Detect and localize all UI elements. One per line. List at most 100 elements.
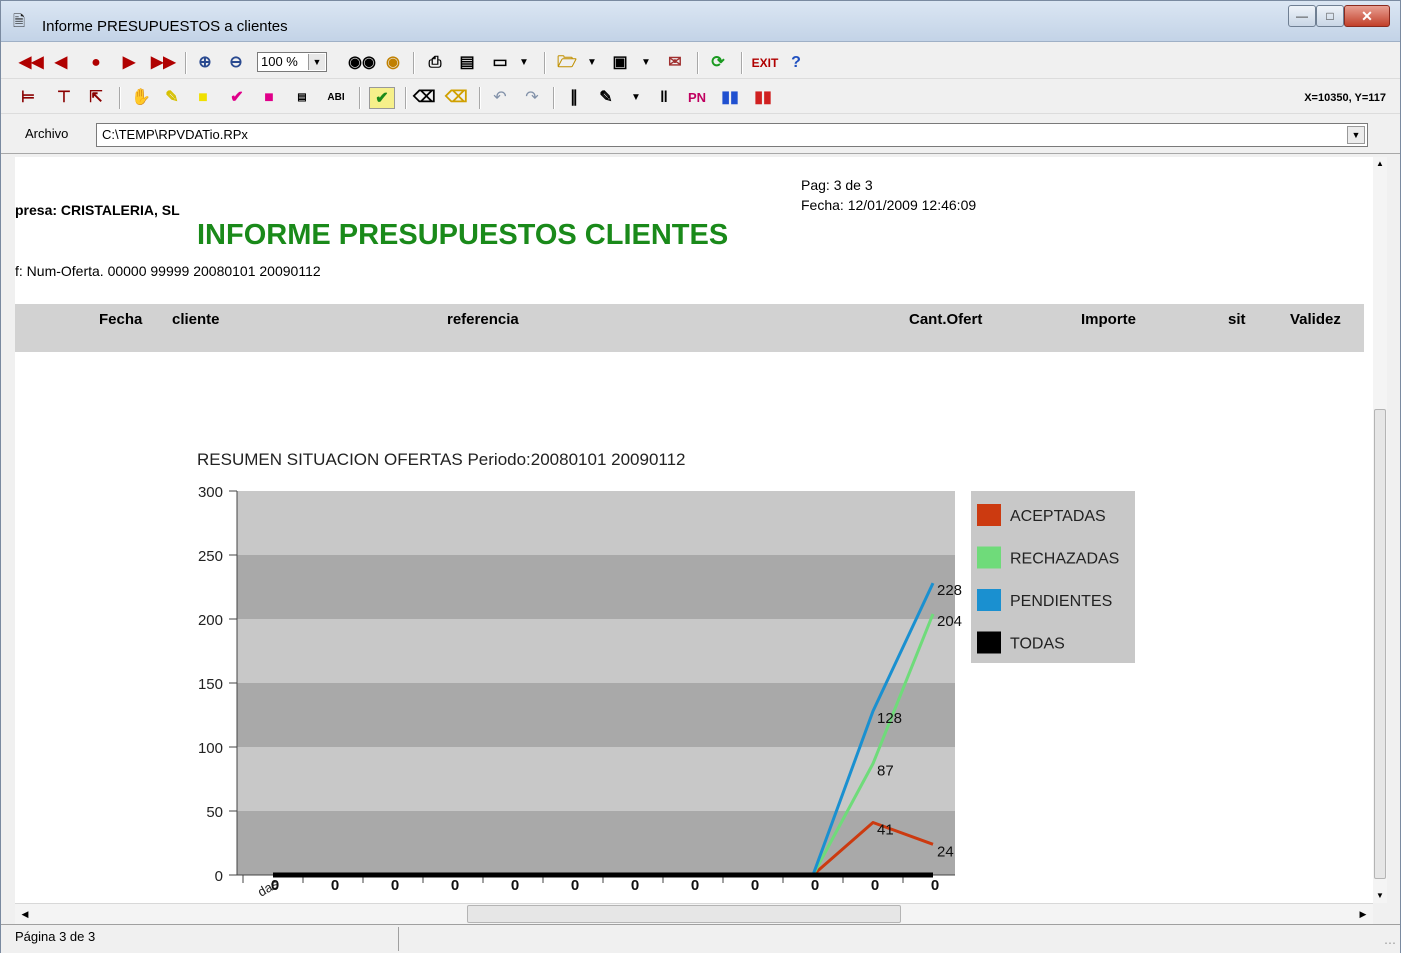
minimize-button[interactable]: — xyxy=(1288,5,1316,27)
horizontal-scrollbar[interactable]: ◀ ▶ xyxy=(15,903,1373,924)
scroll-right-icon[interactable]: ▶ xyxy=(1355,906,1371,922)
situation-chart: RESUMEN SITUACION OFERTAS Periodo:200801… xyxy=(197,450,1135,900)
data-label: 0 xyxy=(511,877,519,894)
pencil-icon[interactable]: ✎ xyxy=(597,87,615,109)
eraser-icon[interactable]: ⌫ xyxy=(413,87,436,109)
align-left-icon[interactable]: ⊨ xyxy=(19,87,37,109)
y-tick-label: 250 xyxy=(198,548,223,565)
data-label: 0 xyxy=(631,877,639,894)
document-icon: 🗎 xyxy=(13,13,26,30)
separator xyxy=(119,87,121,109)
next-page-icon[interactable]: ▶ xyxy=(121,52,137,74)
exit-button[interactable]: EXIT xyxy=(751,52,779,74)
zoom-select[interactable]: 100 % ▼ xyxy=(257,52,327,72)
title-bar[interactable]: 🗎 Informe PRESUPUESTOS a clientes — □ ✕ xyxy=(1,1,1400,42)
separator xyxy=(359,87,361,109)
scroll-up-icon[interactable]: ▲ xyxy=(1373,157,1387,171)
highlighter-icon[interactable]: ✎ xyxy=(161,87,183,109)
stop-icon[interactable]: ● xyxy=(87,52,105,74)
data-label: 0 xyxy=(751,877,759,894)
last-page-icon[interactable]: ▶▶ xyxy=(151,52,176,74)
legend-swatch xyxy=(977,631,1001,654)
previous-page-icon[interactable]: ◀ xyxy=(53,52,69,74)
refresh-icon[interactable]: ⟳ xyxy=(707,52,729,74)
first-page-icon[interactable]: ◀◀ xyxy=(19,52,44,74)
window-title: Informe PRESUPUESTOS a clientes xyxy=(42,18,288,35)
vertical-scroll-thumb[interactable] xyxy=(1374,409,1386,879)
file-path-select[interactable]: C:\TEMP\RPVDATio.RPx ▼ xyxy=(96,123,1368,147)
y-tick-label: 200 xyxy=(198,612,223,629)
separator xyxy=(405,87,407,109)
separator xyxy=(544,52,546,74)
y-tick-label: 100 xyxy=(198,740,223,757)
data-label: 0 xyxy=(451,877,459,894)
vertical-scrollbar[interactable]: ▲ ▼ xyxy=(1373,157,1387,903)
data-label: 0 xyxy=(391,877,399,894)
scroll-down-icon[interactable]: ▼ xyxy=(1373,889,1387,903)
report-page: Pag: 3 de 3 Fecha: 12/01/2009 12:46:09 p… xyxy=(15,157,1373,903)
check-toggle-icon[interactable]: ✔ xyxy=(369,87,395,109)
text-box-icon[interactable]: ▤ xyxy=(291,87,313,109)
bar-chart-icon[interactable]: ▮▮ xyxy=(717,87,743,109)
page-layout-icon[interactable]: ▭ xyxy=(489,52,511,74)
align-top-icon[interactable]: ⊤ xyxy=(55,87,73,109)
save-icon[interactable]: ▣ xyxy=(609,52,631,74)
yellow-marker-icon[interactable]: ■ xyxy=(195,87,211,109)
redo-icon[interactable]: ↷ xyxy=(521,87,543,109)
close-button[interactable]: ✕ xyxy=(1344,5,1390,27)
zoom-out-icon[interactable]: ⊖ xyxy=(227,52,245,74)
plot-band xyxy=(237,491,955,555)
undo-icon[interactable]: ↶ xyxy=(489,87,511,109)
zoom-in-icon[interactable]: ⊕ xyxy=(196,52,214,74)
plot-band xyxy=(237,811,955,875)
legend-swatch xyxy=(977,589,1001,611)
eraser-all-icon[interactable]: ⌫ xyxy=(445,87,468,109)
chevron-down-icon[interactable]: ▼ xyxy=(308,54,325,70)
edit-toolbar: ⊨ ⊤ ⇱ ✋ ✎ ■ ✔ ■ ▤ ABI ✔ ⌫ ⌫ ↶ ↷ ∥ ✎ ▼ ‖ … xyxy=(1,83,1400,114)
point-label: 204 xyxy=(937,613,962,630)
print-setup-icon[interactable]: ▤ xyxy=(455,52,479,74)
separator xyxy=(413,52,415,74)
text-tool-icon[interactable]: ABI xyxy=(323,87,349,109)
point-label: 24 xyxy=(937,843,954,860)
columns-icon[interactable]: ∥ xyxy=(563,87,585,109)
data-label: 0 xyxy=(871,877,879,894)
plot-band xyxy=(237,619,955,683)
chevron-down-icon[interactable]: ▼ xyxy=(1347,126,1365,144)
point-label: 41 xyxy=(877,822,894,839)
status-page: Página 3 de 3 xyxy=(15,929,96,944)
pink-marker-icon[interactable]: ■ xyxy=(261,87,277,109)
export-icon[interactable]: ✉ xyxy=(663,52,687,74)
scroll-left-icon[interactable]: ◀ xyxy=(17,906,33,922)
legend-label: PENDIENTES xyxy=(1010,593,1112,610)
file-path-value: C:\TEMP\RPVDATio.RPx xyxy=(102,127,248,142)
hand-icon[interactable]: ✋ xyxy=(129,87,153,109)
file-bar: Archivo C:\TEMP\RPVDATio.RPx ▼ xyxy=(1,117,1400,154)
chevron-down-icon[interactable]: ▼ xyxy=(639,52,653,74)
point-label: 87 xyxy=(877,763,894,780)
find-next-icon[interactable]: ◉ xyxy=(382,52,404,74)
chevron-down-icon[interactable]: ▼ xyxy=(585,52,599,74)
resize-grip-icon[interactable]: ⋯ xyxy=(1384,936,1396,950)
status-divider xyxy=(398,927,399,951)
app-window: 🗎 Informe PRESUPUESTOS a clientes — □ ✕ … xyxy=(0,0,1401,953)
folder-open-icon[interactable]: 🗁 xyxy=(554,52,580,74)
zoom-value: 100 % xyxy=(261,54,298,69)
grid-columns-icon[interactable]: ‖ xyxy=(653,87,675,109)
chevron-down-icon[interactable]: ▼ xyxy=(517,52,531,74)
cursor-coordinates: X=10350, Y=117 xyxy=(1304,92,1386,104)
checkmark-icon[interactable]: ✔ xyxy=(227,87,247,109)
color-bars-icon[interactable]: ▮▮ xyxy=(751,87,775,109)
chevron-down-icon[interactable]: ▼ xyxy=(629,87,643,109)
legend-label: RECHAZADAS xyxy=(1010,551,1119,568)
move-icon[interactable]: ⇱ xyxy=(87,87,105,109)
separator xyxy=(479,87,481,109)
point-label: 228 xyxy=(937,582,962,599)
pn-button[interactable]: PN xyxy=(685,87,709,109)
printer-icon[interactable]: ⎙ xyxy=(423,52,447,74)
binoculars-icon[interactable]: ◉◉ xyxy=(348,52,376,74)
legend-label: ACEPTADAS xyxy=(1010,508,1106,525)
horizontal-scroll-thumb[interactable] xyxy=(467,905,901,923)
help-button[interactable]: ? xyxy=(787,52,805,74)
maximize-button[interactable]: □ xyxy=(1316,5,1344,27)
